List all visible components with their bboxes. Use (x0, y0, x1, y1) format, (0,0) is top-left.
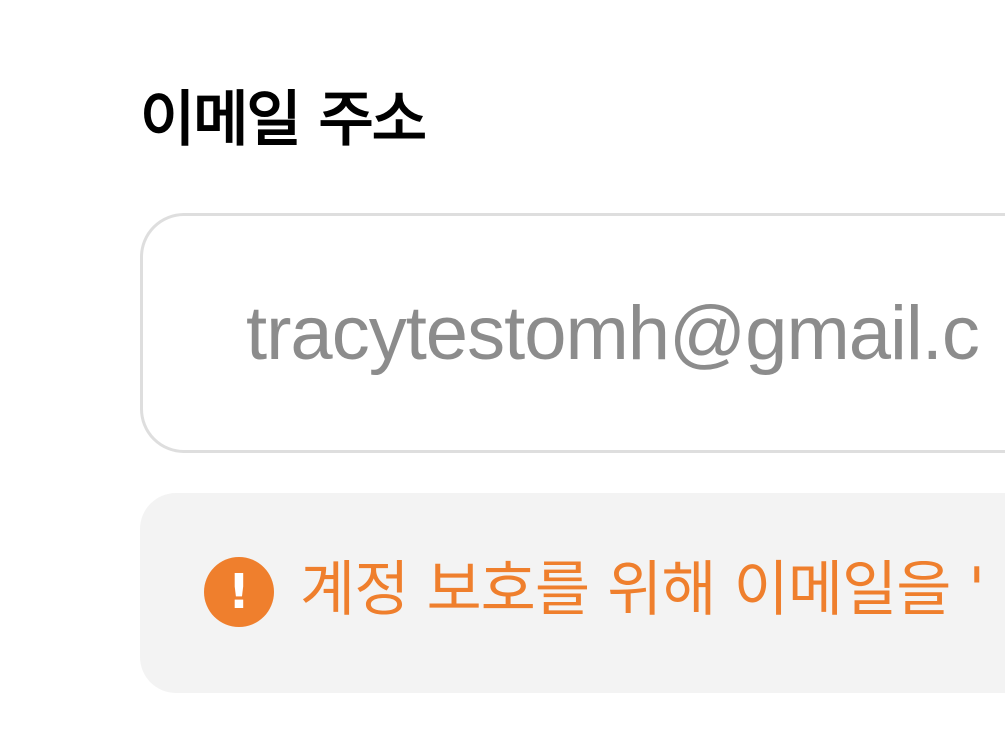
notice-text: 계정 보호를 위해 이메일을 ' (300, 555, 985, 625)
email-field[interactable] (140, 213, 1005, 453)
email-settings-page: 이메일 주소 ! 계정 보호를 위해 이메일을 ' (0, 0, 1005, 736)
account-protection-notice: ! 계정 보호를 위해 이메일을 ' (140, 493, 1005, 693)
exclamation-circle-icon: ! (204, 557, 274, 627)
email-address-label: 이메일 주소 (140, 85, 427, 155)
